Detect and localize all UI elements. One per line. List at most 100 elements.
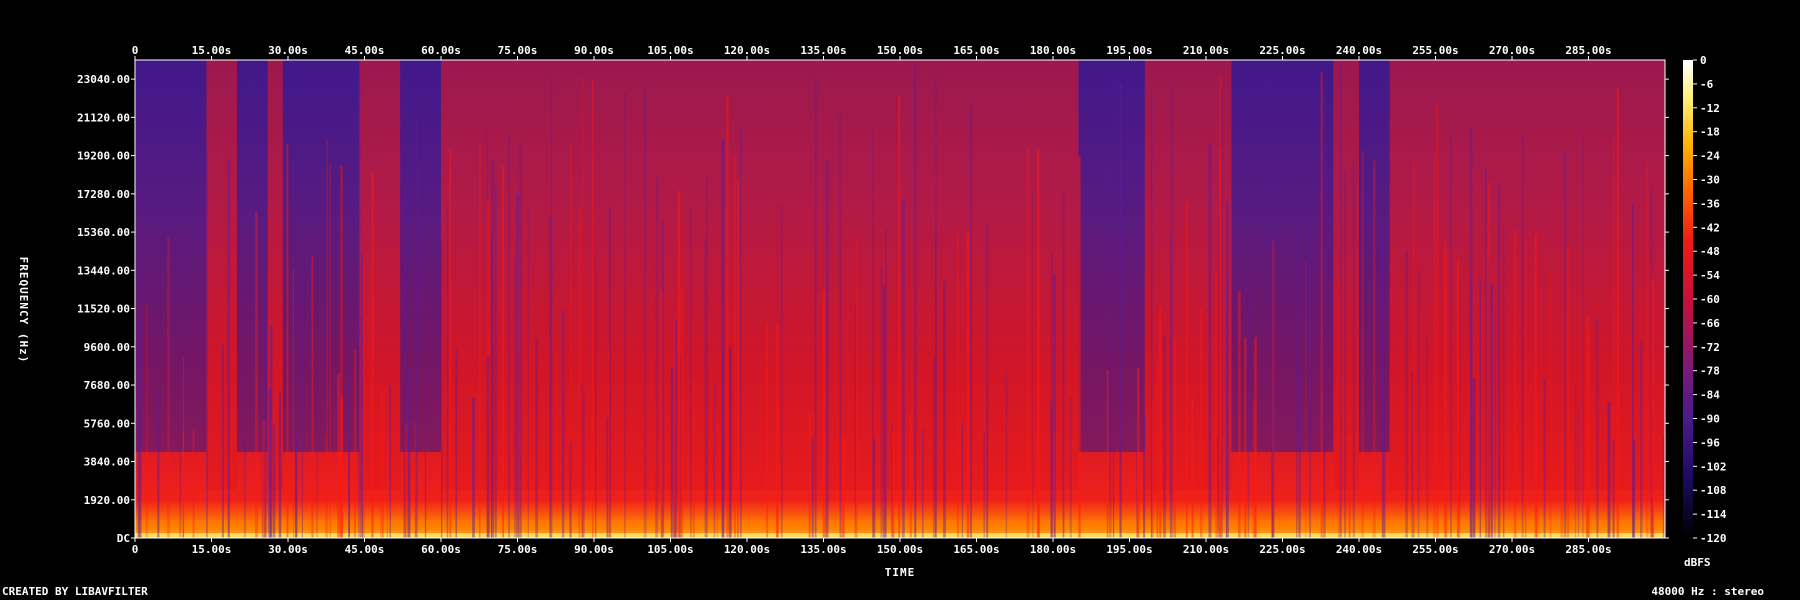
colorbar-tick-label: 0 bbox=[1700, 54, 1707, 67]
spectral-streak bbox=[1662, 436, 1665, 538]
x-tick-label: 45.00s bbox=[345, 44, 385, 57]
spectral-streak bbox=[403, 184, 406, 538]
spectral-streak bbox=[1586, 316, 1589, 538]
spectral-streak bbox=[1185, 202, 1188, 538]
spectral-streak bbox=[361, 252, 364, 539]
spectral-streak bbox=[606, 417, 609, 538]
x-tick-label: 60.00s bbox=[421, 44, 461, 57]
spectrogram-chart: 0 15.00s 30.00s 45.00s 60.00s 75.00s 90.00s 105… bbox=[17, 44, 1727, 579]
colorbar-tick-label: -30 bbox=[1700, 174, 1720, 187]
spectral-streak bbox=[1574, 384, 1577, 538]
spectral-streak bbox=[595, 255, 597, 539]
spectral-streak bbox=[1417, 270, 1420, 538]
quiet-region bbox=[237, 60, 268, 452]
spectral-streak bbox=[508, 134, 510, 539]
spectral-streak bbox=[424, 194, 427, 538]
x-tick-label: 90.00s bbox=[574, 543, 614, 556]
y-tick-label: 3840.00 bbox=[84, 456, 130, 469]
spectral-streak bbox=[272, 424, 276, 538]
spectral-streak bbox=[766, 322, 769, 538]
spectral-streak bbox=[1652, 279, 1655, 538]
spectral-streak bbox=[1136, 368, 1140, 538]
quiet-region bbox=[282, 60, 360, 452]
spectral-streak bbox=[1381, 227, 1385, 539]
spectral-streak bbox=[1384, 399, 1386, 538]
y-tick-label: 17280.00 bbox=[77, 188, 130, 201]
spectral-streak bbox=[502, 166, 505, 539]
spectral-streak bbox=[1494, 310, 1496, 538]
spectral-streak bbox=[728, 346, 732, 538]
spectral-streak bbox=[145, 304, 148, 538]
spectral-streak bbox=[1169, 234, 1172, 538]
spectral-streak bbox=[608, 207, 612, 538]
quiet-region bbox=[135, 60, 207, 452]
spectral-streak bbox=[1549, 270, 1552, 538]
spectral-streak bbox=[983, 433, 986, 538]
spectral-streak bbox=[1536, 397, 1539, 538]
x-tick-label: 210.00s bbox=[1183, 44, 1229, 57]
spectral-streak bbox=[578, 205, 581, 538]
spectral-streak bbox=[856, 237, 858, 538]
spectral-streak bbox=[262, 419, 266, 538]
spectral-streak bbox=[286, 144, 289, 538]
x-tick-label: 15.00s bbox=[192, 44, 232, 57]
spectral-streak bbox=[1456, 259, 1460, 538]
spectral-streak bbox=[725, 95, 729, 539]
spectral-streak bbox=[1372, 159, 1376, 539]
spectral-streak bbox=[414, 422, 416, 538]
colorbar-tick-label: -66 bbox=[1700, 317, 1720, 330]
spectral-streak bbox=[1109, 157, 1112, 539]
spectral-streak bbox=[1247, 285, 1250, 538]
spectral-streak bbox=[206, 149, 208, 539]
spectral-streak bbox=[1596, 318, 1599, 538]
x-tick-label: 165.00s bbox=[953, 543, 999, 556]
spectral-streak bbox=[822, 290, 826, 538]
spectral-streak bbox=[243, 357, 246, 538]
x-tick-label: 60.00s bbox=[421, 543, 461, 556]
spectral-streak bbox=[1432, 155, 1436, 538]
spectral-streak bbox=[183, 357, 185, 538]
spectral-streak bbox=[898, 95, 901, 538]
x-tick-label: 45.00s bbox=[345, 543, 385, 556]
spectral-streak bbox=[357, 70, 361, 538]
spectral-streak bbox=[1005, 371, 1008, 538]
quiet-region bbox=[400, 60, 441, 452]
spectral-streak bbox=[1445, 249, 1448, 538]
colorbar-tick-label: -96 bbox=[1700, 436, 1720, 449]
x-tick-label: 255.00s bbox=[1412, 543, 1458, 556]
spectral-streak bbox=[655, 176, 659, 538]
x-tick-label: 195.00s bbox=[1106, 44, 1152, 57]
spectral-streak bbox=[1490, 283, 1493, 538]
spectral-streak bbox=[839, 111, 842, 538]
colorbar-tick-label: -90 bbox=[1700, 413, 1720, 426]
spectral-streak bbox=[479, 144, 481, 538]
spectral-streak bbox=[935, 220, 937, 538]
spectral-streak bbox=[922, 428, 924, 538]
x-tick-label: 30.00s bbox=[268, 543, 308, 556]
y-tick-label: 5760.00 bbox=[84, 417, 130, 430]
spectral-streak bbox=[1215, 271, 1217, 538]
spectral-streak bbox=[1026, 147, 1030, 538]
spectral-streak bbox=[1566, 246, 1570, 538]
spectral-streak bbox=[1436, 102, 1439, 539]
spectral-streak bbox=[1112, 339, 1115, 538]
spectral-streak bbox=[811, 437, 814, 538]
spectral-streak bbox=[1159, 306, 1162, 538]
x-axis-label: TIME bbox=[885, 566, 916, 579]
spectral-streak bbox=[1143, 413, 1146, 538]
x-tick-label: 135.00s bbox=[800, 543, 846, 556]
footer-sample-rate: 48000 Hz : stereo bbox=[1651, 585, 1764, 598]
spectral-streak bbox=[550, 75, 553, 539]
spectral-streak bbox=[380, 391, 383, 538]
x-tick-label: 240.00s bbox=[1336, 44, 1382, 57]
spectral-streak bbox=[891, 431, 895, 538]
x-tick-label: 255.00s bbox=[1412, 44, 1458, 57]
spectral-streak bbox=[1582, 135, 1584, 538]
footer-credit: CREATED BY LIBAVFILTER bbox=[2, 585, 148, 598]
colorbar-tick-label: -42 bbox=[1700, 221, 1720, 234]
spectral-streak bbox=[472, 397, 476, 538]
spectral-streak bbox=[1444, 240, 1446, 539]
y-tick-label: 1920.00 bbox=[84, 494, 130, 507]
spectral-streak bbox=[1037, 149, 1040, 538]
x-tick-label: 210.00s bbox=[1183, 543, 1229, 556]
